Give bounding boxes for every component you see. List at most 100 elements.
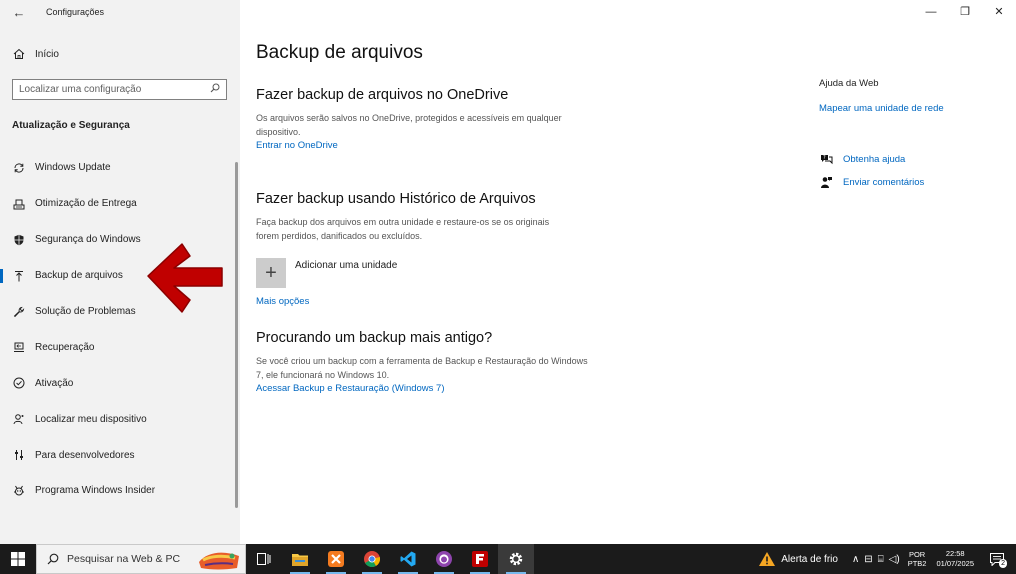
onedrive-description: Os arquivos serão salvos no OneDrive, pr… (256, 113, 562, 137)
task-view-icon (257, 553, 271, 565)
person-locate-icon (12, 413, 25, 426)
sidebar-item-activation[interactable]: Ativação (0, 365, 236, 401)
backup-restore-win7-link[interactable]: Acessar Backup e Restauração (Windows 7) (256, 383, 445, 394)
file-history-description: Faça backup dos arquivos em outra unidad… (256, 217, 550, 241)
settings-search-box[interactable] (12, 79, 227, 100)
sidebar-item-label: Localizar meu dispositivo (35, 413, 147, 425)
taskbar: Alerta de frio ∧ ⊟ ⌸ ◁) POR PTB2 22:58 0… (0, 544, 1016, 574)
clock-time: 22:58 (945, 549, 965, 558)
task-view-button[interactable] (246, 544, 282, 574)
wrench-icon (12, 305, 25, 318)
clock-date: 01/07/2025 (936, 559, 974, 568)
red-annotation-arrow-icon (147, 243, 223, 313)
file-explorer-icon (292, 554, 308, 566)
taskbar-search-box[interactable] (36, 544, 246, 574)
taskbar-chrome[interactable] (354, 544, 390, 574)
onedrive-heading: Fazer backup de arquivos no OneDrive (256, 87, 509, 103)
close-button[interactable]: ✕ (989, 4, 1009, 20)
get-help-row[interactable]: ? Obtenha ajuda (819, 152, 905, 166)
github-icon (436, 551, 452, 567)
warning-icon (759, 552, 776, 566)
search-icon[interactable] (210, 83, 220, 96)
minimize-button[interactable]: — (921, 4, 941, 20)
maximize-button[interactable]: ❐ (955, 4, 975, 20)
map-network-drive-link[interactable]: Mapear uma unidade de rede (819, 103, 944, 114)
check-circle-icon (12, 377, 25, 390)
input-language-indicator[interactable]: POR PTB2 (908, 550, 927, 568)
help-chat-icon: ? (819, 152, 833, 166)
vscode-icon (400, 551, 416, 567)
lang-bottom: PTB2 (907, 559, 927, 568)
web-help-title: Ajuda da Web (819, 78, 879, 89)
sidebar-item-label: Ativação (35, 377, 74, 389)
sidebar-scrollbar[interactable] (235, 162, 238, 508)
settings-icon (509, 552, 523, 566)
backup-upload-icon (12, 269, 25, 282)
main-content: Backup de arquivos Fazer backup de arqui… (256, 40, 796, 394)
volume-icon[interactable]: ◁) (889, 554, 900, 565)
taskbar-file-explorer[interactable] (282, 544, 318, 574)
svg-text:?: ? (823, 155, 826, 161)
weather-text: Alerta de frio (781, 553, 838, 565)
page-title: Backup de arquivos (256, 42, 423, 63)
insider-icon (12, 484, 25, 497)
notification-count: 2 (999, 559, 1007, 568)
sidebar-nav: Windows Update Otimização de Entrega Seg… (0, 150, 236, 509)
older-backup-heading: Procurando um backup mais antigo? (256, 330, 493, 346)
taskbar-vscode[interactable] (390, 544, 426, 574)
delivery-icon (12, 197, 25, 210)
sidebar-item-insider[interactable]: Programa Windows Insider (0, 473, 236, 509)
feedback-icon (819, 175, 833, 189)
clock[interactable]: 22:58 01/07/2025 (936, 549, 974, 569)
sidebar-item-label: Recuperação (35, 341, 95, 353)
sidebar-item-windows-update[interactable]: Windows Update (0, 150, 236, 186)
start-button[interactable] (0, 544, 36, 574)
search-icon (47, 553, 59, 565)
sidebar-item-recovery[interactable]: Recuperação (0, 329, 236, 365)
usb-device-icon[interactable]: ⊟ (864, 554, 872, 565)
filezilla-icon (472, 551, 488, 567)
network-icon[interactable]: ⌸ (878, 554, 884, 565)
action-center-button[interactable]: 2 (986, 548, 1008, 570)
chrome-icon (364, 551, 380, 567)
sidebar-item-label: Para desenvolvedores (35, 449, 135, 461)
sidebar-item-home[interactable]: Início (12, 46, 59, 62)
sidebar-item-delivery-optimization[interactable]: Otimização de Entrega (0, 186, 236, 222)
add-drive-button[interactable]: + Adicionar uma unidade (256, 258, 397, 288)
back-button[interactable]: ← (10, 4, 28, 22)
sidebar-item-label: Solução de Problemas (35, 306, 136, 317)
get-help-link[interactable]: Obtenha ajuda (843, 154, 905, 165)
taskbar-search-input[interactable] (67, 553, 197, 565)
refresh-icon (12, 161, 25, 174)
taskbar-github-desktop[interactable] (426, 544, 462, 574)
tray-icons: ∧ ⊟ ⌸ ◁) (852, 554, 900, 565)
sidebar-item-label: Programa Windows Insider (35, 485, 156, 497)
plus-icon: + (256, 258, 286, 288)
sidebar-item-label: Segurança do Windows (35, 234, 141, 246)
windows-logo-icon (11, 552, 25, 566)
taskbar-xampp[interactable] (318, 544, 354, 574)
sidebar-item-label: Otimização de Entrega (35, 198, 137, 210)
sidebar-item-developers[interactable]: Para desenvolvedores (0, 437, 236, 473)
weather-widget[interactable]: Alerta de frio (759, 552, 838, 566)
onedrive-signin-link[interactable]: Entrar no OneDrive (256, 140, 338, 151)
developer-icon (12, 449, 25, 462)
sidebar-item-label: Windows Update (35, 162, 111, 174)
add-drive-label: Adicionar uma unidade (295, 259, 398, 271)
shield-icon (12, 233, 25, 246)
sidebar-item-find-device[interactable]: Localizar meu dispositivo (0, 401, 236, 437)
older-backup-description: Se você criou um backup com a ferramenta… (256, 356, 588, 380)
home-icon (12, 48, 25, 61)
chevron-up-icon[interactable]: ∧ (852, 554, 859, 565)
recovery-icon (12, 341, 25, 354)
section-title: Atualização e Segurança (12, 120, 130, 131)
settings-search-input[interactable] (19, 84, 210, 95)
taskbar-filezilla[interactable] (462, 544, 498, 574)
search-highlight-doodle-icon (199, 552, 239, 570)
file-history-heading: Fazer backup usando Histórico de Arquivo… (256, 191, 536, 207)
feedback-link[interactable]: Enviar comentários (843, 177, 924, 188)
more-options-link[interactable]: Mais opções (256, 296, 309, 307)
system-tray: Alerta de frio ∧ ⊟ ⌸ ◁) POR PTB2 22:58 0… (759, 544, 1016, 574)
feedback-row[interactable]: Enviar comentários (819, 175, 924, 189)
taskbar-settings[interactable] (498, 544, 534, 574)
